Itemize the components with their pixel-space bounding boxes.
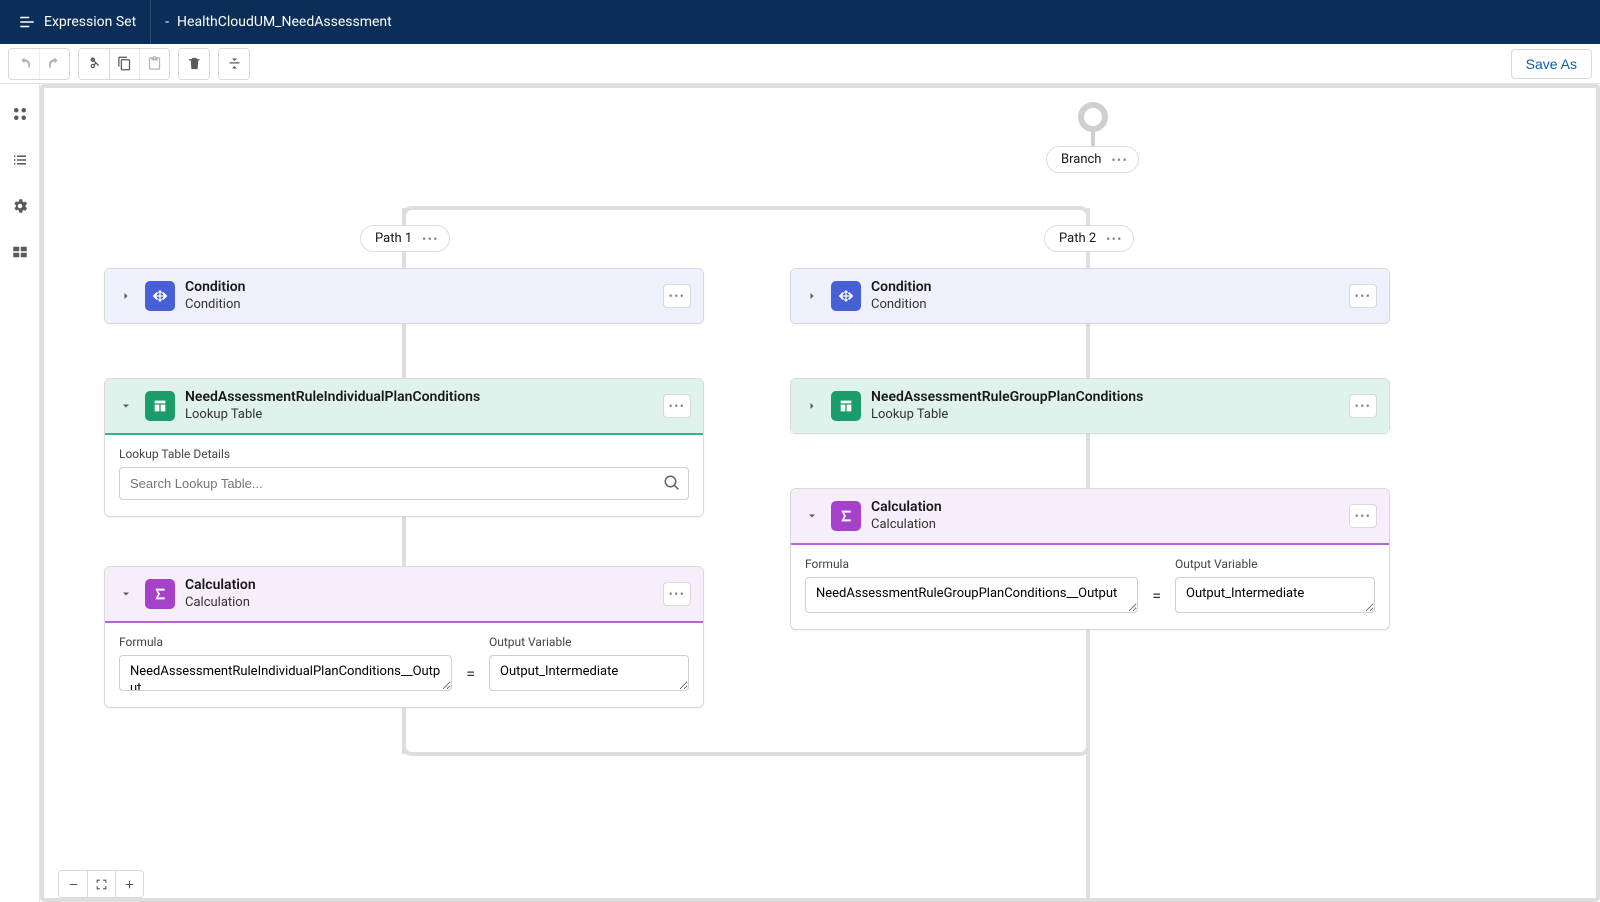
collapse-all-button[interactable] bbox=[219, 49, 249, 79]
delete-button[interactable] bbox=[179, 49, 209, 79]
zoom-out-button[interactable] bbox=[59, 871, 87, 897]
lookup-details-label: Lookup Table Details bbox=[119, 447, 689, 461]
record-name: HealthCloudUM_NeedAssessment bbox=[177, 14, 392, 30]
equals-sign: = bbox=[1152, 586, 1161, 613]
clipboard-group bbox=[78, 48, 170, 80]
start-node[interactable] bbox=[1078, 102, 1108, 132]
path-2-menu-icon[interactable]: ••• bbox=[1106, 233, 1123, 245]
chevron-right-icon[interactable] bbox=[803, 397, 821, 415]
path-1-label: Path 1 bbox=[375, 231, 412, 246]
condition-1-menu[interactable]: ••• bbox=[663, 284, 691, 308]
zoom-controls bbox=[58, 870, 144, 898]
lookup-1-menu[interactable]: ••• bbox=[663, 394, 691, 418]
paste-button[interactable] bbox=[139, 49, 169, 79]
app-header: Expression Set - HealthCloudUM_NeedAsses… bbox=[0, 0, 1600, 44]
condition-1-subtitle: Condition bbox=[185, 297, 653, 313]
chevron-down-icon[interactable] bbox=[117, 397, 135, 415]
delete-group bbox=[178, 48, 210, 80]
lookup-table-icon bbox=[831, 391, 861, 421]
elements-panel-button[interactable] bbox=[8, 102, 32, 126]
calc-2-title: Calculation bbox=[871, 499, 1339, 517]
branch-chip[interactable]: Branch ••• bbox=[1046, 146, 1139, 173]
save-as-button[interactable]: Save As bbox=[1511, 49, 1592, 79]
branch-menu-icon[interactable]: ••• bbox=[1111, 154, 1128, 166]
lookup-node-1[interactable]: NeedAssessmentRuleIndividualPlanConditio… bbox=[104, 378, 704, 517]
zoom-fit-button[interactable] bbox=[87, 871, 115, 897]
calculation-node-1[interactable]: Calculation Calculation ••• Formula = bbox=[104, 566, 704, 708]
copy-button[interactable] bbox=[109, 49, 139, 79]
redo-button[interactable] bbox=[39, 49, 69, 79]
calculation-icon bbox=[831, 501, 861, 531]
condition-2-subtitle: Condition bbox=[871, 297, 1339, 313]
record-title-segment: - HealthCloudUM_NeedAssessment bbox=[151, 0, 406, 44]
lookup-2-subtitle: Lookup Table bbox=[871, 407, 1339, 423]
path-2-label: Path 2 bbox=[1059, 231, 1096, 246]
lookup-search-input[interactable] bbox=[119, 467, 689, 500]
output-input-1[interactable] bbox=[489, 655, 689, 691]
lookup-1-subtitle: Lookup Table bbox=[185, 407, 653, 423]
app-title: Expression Set bbox=[44, 14, 136, 30]
branch-label: Branch bbox=[1061, 152, 1101, 167]
condition-node-2[interactable]: Condition Condition ••• bbox=[790, 268, 1390, 324]
search-icon bbox=[663, 474, 681, 492]
lookup-node-2[interactable]: NeedAssessmentRuleGroupPlanConditions Lo… bbox=[790, 378, 1390, 434]
cut-button[interactable] bbox=[79, 49, 109, 79]
name-prefix: - bbox=[165, 14, 169, 30]
condition-node-1[interactable]: Condition Condition ••• bbox=[104, 268, 704, 324]
formula-label-2: Formula bbox=[805, 557, 1138, 571]
lookup-1-title: NeedAssessmentRuleIndividualPlanConditio… bbox=[185, 389, 653, 407]
chevron-right-icon[interactable] bbox=[803, 287, 821, 305]
output-input-2[interactable] bbox=[1175, 577, 1375, 613]
chevron-down-icon[interactable] bbox=[117, 585, 135, 603]
toolbar: Save As bbox=[0, 44, 1600, 84]
formula-input-1[interactable] bbox=[119, 655, 452, 691]
calc-2-menu[interactable]: ••• bbox=[1349, 504, 1377, 528]
lookup-2-title: NeedAssessmentRuleGroupPlanConditions bbox=[871, 389, 1339, 407]
path-1-menu-icon[interactable]: ••• bbox=[422, 233, 439, 245]
lookup-2-menu[interactable]: ••• bbox=[1349, 394, 1377, 418]
chevron-right-icon[interactable] bbox=[117, 287, 135, 305]
output-label-1: Output Variable bbox=[489, 635, 689, 649]
canvas[interactable]: Branch ••• Path 1 ••• Path 2 ••• bbox=[40, 84, 1600, 902]
condition-icon bbox=[145, 281, 175, 311]
path-chip-1[interactable]: Path 1 ••• bbox=[360, 225, 450, 252]
undo-redo-group bbox=[8, 48, 70, 80]
list-panel-button[interactable] bbox=[8, 148, 32, 172]
lookup-table-icon bbox=[145, 391, 175, 421]
output-label-2: Output Variable bbox=[1175, 557, 1375, 571]
condition-1-title: Condition bbox=[185, 279, 653, 297]
calc-2-subtitle: Calculation bbox=[871, 517, 1339, 533]
calculation-node-2[interactable]: Calculation Calculation ••• Formula = bbox=[790, 488, 1390, 630]
formula-input-2[interactable] bbox=[805, 577, 1138, 613]
chevron-down-icon[interactable] bbox=[803, 507, 821, 525]
calc-1-title: Calculation bbox=[185, 577, 653, 595]
collapse-group bbox=[218, 48, 250, 80]
expression-set-icon bbox=[18, 13, 36, 31]
settings-panel-button[interactable] bbox=[8, 194, 32, 218]
calculation-icon bbox=[145, 579, 175, 609]
condition-2-title: Condition bbox=[871, 279, 1339, 297]
condition-2-menu[interactable]: ••• bbox=[1349, 284, 1377, 308]
left-rail bbox=[0, 84, 40, 902]
calc-1-subtitle: Calculation bbox=[185, 595, 653, 611]
condition-icon bbox=[831, 281, 861, 311]
formula-label-1: Formula bbox=[119, 635, 452, 649]
zoom-in-button[interactable] bbox=[115, 871, 143, 897]
app-title-segment: Expression Set bbox=[4, 0, 151, 44]
calc-1-menu[interactable]: ••• bbox=[663, 582, 691, 606]
equals-sign: = bbox=[466, 664, 475, 691]
path-chip-2[interactable]: Path 2 ••• bbox=[1044, 225, 1134, 252]
undo-button[interactable] bbox=[9, 49, 39, 79]
variables-panel-button[interactable] bbox=[8, 240, 32, 264]
